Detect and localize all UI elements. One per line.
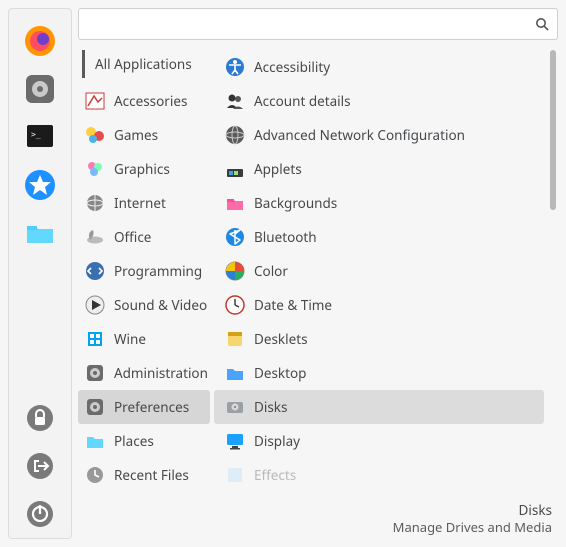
wine-icon xyxy=(84,328,106,350)
category-label: Preferences xyxy=(114,398,189,416)
app-display[interactable]: Display xyxy=(214,424,544,458)
app-label: Advanced Network Configuration xyxy=(254,126,465,144)
app-date-time[interactable]: Date & Time xyxy=(214,288,544,322)
bluetooth-icon xyxy=(224,226,246,248)
app-bluetooth[interactable]: Bluetooth xyxy=(214,220,544,254)
category-programming[interactable]: Programming xyxy=(78,254,210,288)
favorites-sidebar: >_ xyxy=(8,8,72,539)
office-icon xyxy=(84,226,106,248)
firefox-icon[interactable] xyxy=(20,21,60,61)
app-label: Applets xyxy=(254,160,302,178)
app-backgrounds[interactable]: Backgrounds xyxy=(214,186,544,220)
app-label: Color xyxy=(254,262,288,280)
administration-icon xyxy=(84,362,106,384)
effects-icon xyxy=(224,464,246,486)
categories-column: All Applications Accessories Games Graph… xyxy=(78,44,214,497)
app-disks[interactable]: Disks xyxy=(214,390,544,424)
category-accessories[interactable]: Accessories xyxy=(78,84,210,118)
category-label: Wine xyxy=(114,330,146,348)
search-input[interactable] xyxy=(87,17,535,32)
app-label: Bluetooth xyxy=(254,228,317,246)
category-label: Sound & Video xyxy=(114,296,207,314)
svg-text:>_: >_ xyxy=(31,130,41,139)
accessories-icon xyxy=(84,90,106,112)
category-office[interactable]: Office xyxy=(78,220,210,254)
app-label: Display xyxy=(254,432,300,450)
graphics-icon xyxy=(84,158,106,180)
category-administration[interactable]: Administration xyxy=(78,356,210,390)
logout-icon[interactable] xyxy=(20,446,60,486)
category-label: Office xyxy=(114,228,151,246)
preferences-icon xyxy=(84,396,106,418)
power-icon[interactable] xyxy=(20,494,60,534)
menu-main: All Applications Accessories Games Graph… xyxy=(72,0,566,547)
network-icon xyxy=(224,124,246,146)
software-center-icon[interactable] xyxy=(20,165,60,205)
files-icon[interactable] xyxy=(20,213,60,253)
app-label: Date & Time xyxy=(254,296,332,314)
category-label: Accessories xyxy=(114,92,187,110)
category-recent-files[interactable]: Recent Files xyxy=(78,458,210,492)
category-label: Graphics xyxy=(114,160,170,178)
category-label: Internet xyxy=(114,194,166,212)
terminal-icon[interactable]: >_ xyxy=(20,117,60,157)
category-preferences[interactable]: Preferences xyxy=(78,390,210,424)
app-advanced-network[interactable]: Advanced Network Configuration xyxy=(214,118,544,152)
app-label: Accessibility xyxy=(254,58,330,76)
disks-icon xyxy=(224,396,246,418)
category-label: All Applications xyxy=(95,55,192,73)
search-bar[interactable] xyxy=(78,8,558,40)
backgrounds-icon xyxy=(224,192,246,214)
applications-column: Accessibility Account details Advanced N… xyxy=(214,44,558,497)
desklets-icon xyxy=(224,328,246,350)
app-label: Desklets xyxy=(254,330,308,348)
category-internet[interactable]: Internet xyxy=(78,186,210,220)
app-applets[interactable]: Applets xyxy=(214,152,544,186)
app-desklets[interactable]: Desklets xyxy=(214,322,544,356)
category-graphics[interactable]: Graphics xyxy=(78,152,210,186)
footer-title: Disks xyxy=(78,501,552,519)
category-sound-video[interactable]: Sound & Video xyxy=(78,288,210,322)
search-icon xyxy=(535,17,549,31)
places-icon xyxy=(84,430,106,452)
category-places[interactable]: Places xyxy=(78,424,210,458)
scrollbar-thumb[interactable] xyxy=(550,50,556,210)
category-label: Places xyxy=(114,432,154,450)
category-label: Administration xyxy=(114,364,208,382)
account-icon xyxy=(224,90,246,112)
desktop-icon xyxy=(224,362,246,384)
app-label: Desktop xyxy=(254,364,307,382)
app-accessibility[interactable]: Accessibility xyxy=(214,50,544,84)
category-label: Games xyxy=(114,126,158,144)
games-icon xyxy=(84,124,106,146)
category-games[interactable]: Games xyxy=(78,118,210,152)
app-color[interactable]: Color xyxy=(214,254,544,288)
category-label: Programming xyxy=(114,262,202,280)
recent-icon xyxy=(84,464,106,486)
app-label: Account details xyxy=(254,92,351,110)
app-desktop[interactable]: Desktop xyxy=(214,356,544,390)
category-wine[interactable]: Wine xyxy=(78,322,210,356)
accessibility-icon xyxy=(224,56,246,78)
app-description-footer: Disks Manage Drives and Media xyxy=(78,497,558,539)
lock-icon[interactable] xyxy=(20,398,60,438)
category-label: Recent Files xyxy=(114,466,189,484)
app-account-details[interactable]: Account details xyxy=(214,84,544,118)
settings-icon[interactable] xyxy=(20,69,60,109)
app-label: Effects xyxy=(254,466,296,484)
footer-subtitle: Manage Drives and Media xyxy=(78,519,552,537)
apps-scrollbar[interactable] xyxy=(550,50,556,465)
multimedia-icon xyxy=(84,294,106,316)
clock-icon xyxy=(224,294,246,316)
display-icon xyxy=(224,430,246,452)
applets-icon xyxy=(224,158,246,180)
color-icon xyxy=(224,260,246,282)
app-label: Disks xyxy=(254,398,287,416)
programming-icon xyxy=(84,260,106,282)
app-effects[interactable]: Effects xyxy=(214,458,544,492)
category-all-applications[interactable]: All Applications xyxy=(82,50,210,78)
internet-icon xyxy=(84,192,106,214)
app-label: Backgrounds xyxy=(254,194,337,212)
